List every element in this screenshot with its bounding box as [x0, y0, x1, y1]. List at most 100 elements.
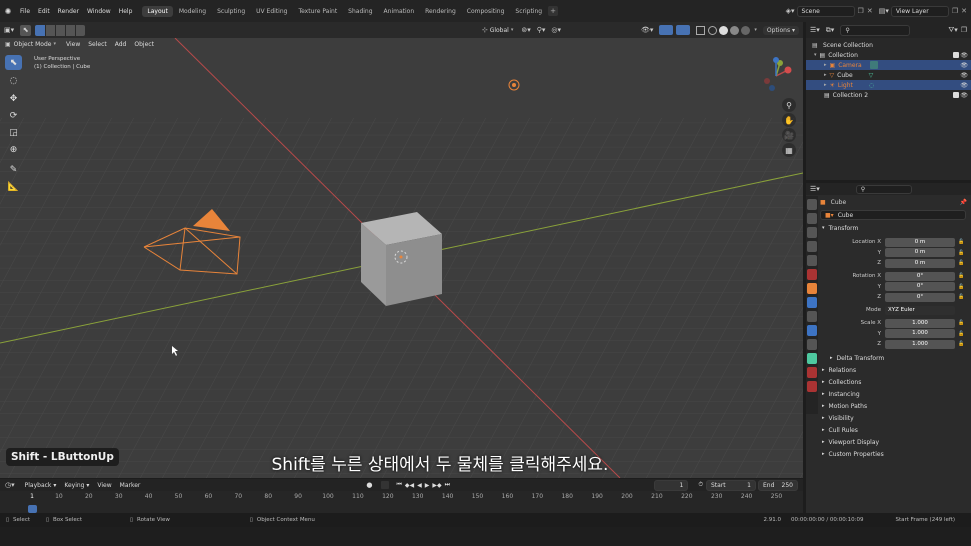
display-mode-icon[interactable]: ⧉▾: [826, 26, 835, 35]
view-layer-field[interactable]: View Layer: [890, 5, 949, 17]
outliner-editor-icon[interactable]: ☰▾: [810, 26, 820, 34]
scale-z-field[interactable]: 1.000: [885, 339, 955, 349]
eye-icon[interactable]: 👁: [960, 52, 968, 59]
modifier-tab-icon[interactable]: [807, 297, 817, 308]
delta-transform-panel[interactable]: ▸ Delta Transform: [820, 352, 971, 364]
rotation-y-field[interactable]: 0°: [885, 282, 955, 291]
move-tool[interactable]: ✥: [5, 91, 22, 106]
scale-tool[interactable]: ◲: [5, 125, 22, 140]
vp-menu-add[interactable]: Add: [111, 41, 131, 48]
tab-rendering[interactable]: Rendering: [420, 6, 461, 17]
vp-menu-view[interactable]: View: [62, 41, 84, 48]
rotation-mode-dropdown[interactable]: XYZ Euler: [885, 305, 955, 315]
tool-tab-icon[interactable]: [807, 199, 817, 210]
transform-panel-header[interactable]: ▾ Transform: [820, 222, 971, 234]
lock-icon[interactable]: 🔓: [958, 284, 964, 290]
start-frame-field[interactable]: Start 1: [706, 479, 756, 491]
delete-scene-icon[interactable]: ✕: [867, 7, 873, 15]
tab-shading[interactable]: Shading: [343, 6, 377, 17]
record-icon[interactable]: ●: [366, 481, 372, 489]
object-tab-icon[interactable]: [807, 283, 817, 294]
collections-panel[interactable]: ▸ Collections: [820, 376, 971, 388]
select-intersect-icon[interactable]: [76, 24, 86, 36]
vp-menu-select[interactable]: Select: [84, 41, 111, 48]
playhead[interactable]: [28, 505, 37, 513]
pin-icon[interactable]: 📌: [960, 199, 967, 206]
location-z-field[interactable]: 0 m: [885, 258, 955, 268]
play-icon[interactable]: ▶: [425, 482, 430, 489]
filter-icon[interactable]: ⛛▾: [948, 26, 957, 35]
keying-set-icon[interactable]: [380, 481, 389, 489]
select-invert-icon[interactable]: [66, 24, 76, 36]
tab-uv-editing[interactable]: UV Editing: [251, 6, 292, 17]
timeline-menu-marker[interactable]: Marker: [116, 482, 145, 489]
cube-object[interactable]: [361, 212, 442, 306]
timeline-menu-keying[interactable]: Keying ▾: [60, 482, 93, 489]
new-collection-icon[interactable]: ❐: [961, 26, 967, 34]
checkbox-icon[interactable]: [953, 52, 959, 58]
vp-menu-object[interactable]: Object: [130, 41, 158, 48]
shading-wireframe-icon[interactable]: [708, 25, 718, 35]
tab-scripting[interactable]: Scripting: [510, 6, 547, 17]
timeline-menu-playback[interactable]: Playback ▾: [21, 482, 61, 489]
shading-material-icon[interactable]: [730, 25, 740, 35]
scale-y-field[interactable]: 1.000: [885, 329, 955, 338]
data-tab-icon[interactable]: [807, 353, 817, 364]
rotation-z-field[interactable]: 0°: [885, 292, 955, 302]
editor-type-icon[interactable]: ▣▾: [4, 26, 14, 34]
expand-chevron-icon[interactable]: ▸: [824, 62, 827, 68]
texture-tab-icon[interactable]: [807, 381, 817, 392]
jump-end-icon[interactable]: ⏭: [445, 481, 450, 489]
view-layer-tab-icon[interactable]: [807, 241, 817, 252]
lock-icon[interactable]: 🔓: [958, 331, 964, 337]
cursor-tool[interactable]: ◌: [5, 73, 22, 88]
perspective-toggle-icon[interactable]: ▦: [782, 143, 796, 157]
measure-tool[interactable]: 📐: [5, 179, 22, 194]
menu-file[interactable]: File: [16, 8, 34, 15]
orientation-dropdown[interactable]: Global: [490, 27, 509, 34]
viewport-display-panel[interactable]: ▸ Viewport Display: [820, 436, 971, 448]
shading-rendered-icon[interactable]: [741, 25, 751, 35]
lock-icon[interactable]: 🔓: [958, 273, 964, 279]
output-tab-icon[interactable]: [807, 227, 817, 238]
tab-compositing[interactable]: Compositing: [462, 6, 510, 17]
outliner-item-collection[interactable]: ▾ ▤ Collection 👁: [806, 50, 971, 60]
end-frame-field[interactable]: End 250: [758, 479, 798, 491]
material-tab-icon[interactable]: [807, 367, 817, 378]
expand-chevron-icon[interactable]: ▾: [814, 52, 817, 58]
outliner-item-scene-collection[interactable]: ▤ Scene Collection: [806, 40, 971, 50]
custom-properties-panel[interactable]: ▸ Custom Properties: [820, 448, 971, 460]
new-view-layer-icon[interactable]: ❐: [952, 7, 958, 15]
select-box-tool[interactable]: ⬉: [5, 55, 22, 70]
play-reverse-icon[interactable]: ◀: [417, 482, 422, 489]
constraints-tab-icon[interactable]: [807, 339, 817, 350]
shading-solid-icon[interactable]: [719, 25, 729, 35]
zoom-icon[interactable]: ⚲: [782, 98, 796, 112]
instancing-panel[interactable]: ▸ Instancing: [820, 388, 971, 400]
render-tab-icon[interactable]: [807, 213, 817, 224]
expand-chevron-icon[interactable]: ▸: [824, 72, 827, 78]
select-new-icon[interactable]: [35, 24, 46, 36]
gizmo-toggle-icon[interactable]: [659, 25, 674, 35]
object-name-input[interactable]: ■▾ Cube: [820, 210, 966, 220]
orientation-icon[interactable]: ⊹: [482, 26, 488, 34]
scale-x-field[interactable]: 1.000: [885, 318, 955, 328]
shading-options-icon[interactable]: ▾: [754, 27, 757, 33]
pivot-icon[interactable]: ⊚▾: [521, 26, 530, 34]
lock-icon[interactable]: 🔓: [958, 320, 964, 326]
blender-logo-icon[interactable]: ✺: [0, 7, 16, 16]
select-subtract-icon[interactable]: [56, 24, 66, 36]
rotation-x-field[interactable]: 0°: [885, 271, 955, 281]
menu-edit[interactable]: Edit: [34, 8, 54, 15]
location-x-field[interactable]: 0 m: [885, 237, 955, 247]
editor-options-dropdown[interactable]: Options ▾: [762, 25, 799, 35]
properties-search-input[interactable]: ⚲: [855, 184, 912, 194]
current-frame-field[interactable]: 1: [654, 479, 689, 491]
object-mode-dropdown[interactable]: Object Mode: [14, 41, 52, 48]
timeline-track[interactable]: 1 10 20 30 40 50 60 70 80 90 100 110 120 130 140 150 160…: [0, 491, 803, 513]
new-scene-icon[interactable]: ❐: [858, 7, 864, 15]
rotate-tool[interactable]: ⟳: [5, 108, 22, 123]
timeline-editor-icon[interactable]: ◷▾: [5, 481, 15, 489]
cull-rules-panel[interactable]: ▸ Cull Rules: [820, 424, 971, 436]
eye-icon[interactable]: 👁: [960, 72, 968, 79]
